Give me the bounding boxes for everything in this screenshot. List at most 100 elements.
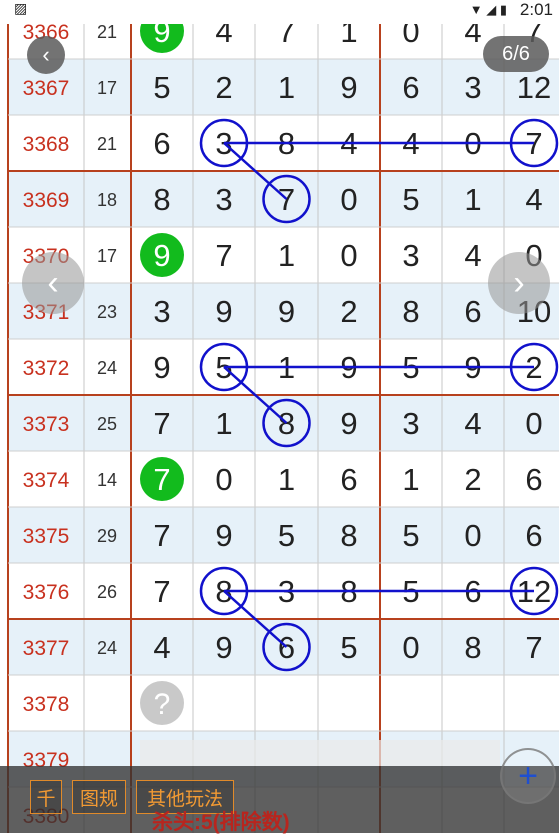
digit-cell: 5	[340, 630, 357, 665]
plus-icon: +	[518, 756, 538, 795]
chevron-left-icon: ‹	[47, 263, 59, 302]
digit-cell: 7	[153, 406, 170, 441]
digit-cell: 9	[215, 294, 232, 329]
digit-cell: 5	[402, 182, 419, 217]
period-number: 3376	[23, 581, 70, 604]
digit-cell: 2	[464, 462, 481, 497]
period-number: 3369	[23, 189, 70, 212]
digit-cell: 4	[464, 238, 481, 273]
lottery-grid: 3366 21 9 4 7 1 0 4 73367 17 5 2 1 9 6 3 123368 21 6 3 8 4 4 0 7…	[7, 0, 559, 833]
digit-cell: 5	[278, 518, 295, 553]
digit-cell: 3	[153, 294, 170, 329]
period-number: 3374	[23, 469, 70, 492]
sum-value: 25	[97, 414, 117, 434]
sum-value: 23	[97, 302, 117, 322]
period-number: 3375	[23, 525, 70, 548]
sum-value: 17	[97, 78, 117, 98]
digit-cell: 4	[525, 182, 542, 217]
digit-cell: 0	[340, 182, 357, 217]
digit-cell: 3	[215, 182, 232, 217]
sum-value: 21	[97, 134, 117, 154]
digit-cell: 0	[402, 630, 419, 665]
sum-value: 21	[97, 22, 117, 42]
digit-cell: 2	[215, 70, 232, 105]
row-background	[8, 675, 559, 731]
bottom-toolbar: 千 图规 其他玩法 杀头:5(排除数)	[0, 766, 559, 834]
back-button[interactable]: ‹	[27, 36, 65, 74]
sum-value: 24	[97, 358, 117, 378]
digit-cell: 0	[525, 406, 542, 441]
digit-cell: 0	[215, 462, 232, 497]
sum-value: 14	[97, 470, 117, 490]
digit-cell: 6	[402, 70, 419, 105]
digit-cell: ?	[154, 688, 171, 721]
sum-value: 24	[97, 638, 117, 658]
sum-value: 17	[97, 246, 117, 266]
sum-value: 29	[97, 526, 117, 546]
digit-cell: 9	[153, 238, 170, 273]
previous-page-button[interactable]: ‹	[22, 252, 84, 314]
signal-icons: ▼ ◢ ▮	[469, 2, 507, 17]
digit-cell: 6	[464, 294, 481, 329]
sum-value: 26	[97, 582, 117, 602]
digit-cell: 3	[402, 238, 419, 273]
digit-cell: 4	[464, 406, 481, 441]
digit-cell: 5	[402, 518, 419, 553]
period-number: 3377	[23, 637, 70, 660]
period-number: 3378	[23, 693, 70, 716]
period-number: 3367	[23, 77, 70, 100]
digit-cell: 3	[402, 406, 419, 441]
back-icon: ‹	[42, 42, 50, 67]
chevron-right-icon: ›	[513, 263, 525, 302]
digit-cell: 8	[153, 182, 170, 217]
digit-cell: 7	[153, 518, 170, 553]
digit-cell: 9	[340, 406, 357, 441]
digit-cell: 1	[215, 406, 232, 441]
digit-cell: 1	[278, 70, 295, 105]
page-counter: 6/6	[483, 36, 549, 72]
period-number: 3373	[23, 413, 70, 436]
digit-cell: 0	[340, 238, 357, 273]
digit-cell: 7	[278, 182, 295, 217]
period-number: 3372	[23, 357, 70, 380]
next-page-button[interactable]: ›	[488, 252, 550, 314]
digit-cell: 9	[153, 350, 170, 385]
digit-cell: 7	[153, 462, 170, 497]
notification-icon: ▨	[14, 0, 28, 16]
kill-head-note: 杀头:5(排除数)	[152, 811, 290, 834]
digit-cell: 8	[464, 630, 481, 665]
tab-thousands[interactable]: 千	[30, 780, 62, 814]
sum-value: 18	[97, 190, 117, 210]
digit-cell: 1	[278, 238, 295, 273]
digit-cell: 0	[464, 518, 481, 553]
digit-cell: 6	[278, 630, 295, 665]
digit-cell: 6	[153, 126, 170, 161]
digit-cell: 7	[215, 238, 232, 273]
digit-cell: 1	[278, 462, 295, 497]
image-strip	[140, 740, 500, 766]
digit-cell: 7	[153, 574, 170, 609]
digit-cell: 2	[340, 294, 357, 329]
digit-cell: 8	[278, 406, 295, 441]
digit-cell: 1	[464, 182, 481, 217]
digit-cell: 6	[525, 518, 542, 553]
digit-cell: 3	[464, 70, 481, 105]
digit-cell: 9	[278, 294, 295, 329]
digit-cell: 9	[215, 630, 232, 665]
period-number: 3368	[23, 133, 70, 156]
digit-cell: 8	[340, 518, 357, 553]
digit-cell: 7	[525, 630, 542, 665]
digit-cell: 9	[340, 70, 357, 105]
digit-cell: 12	[517, 70, 551, 105]
digit-cell: 6	[525, 462, 542, 497]
status-bar: ▨ ▼ ◢ ▮ 2:01	[0, 0, 559, 24]
tab-chart-rules[interactable]: 图规	[72, 780, 126, 814]
status-time: 2:01	[519, 0, 553, 19]
digit-cell: 9	[215, 518, 232, 553]
add-button[interactable]: +	[500, 748, 556, 804]
digit-cell: 1	[402, 462, 419, 497]
digit-cell: 6	[340, 462, 357, 497]
digit-cell: 5	[153, 70, 170, 105]
digit-cell: 8	[402, 294, 419, 329]
digit-cell: 4	[153, 630, 170, 665]
